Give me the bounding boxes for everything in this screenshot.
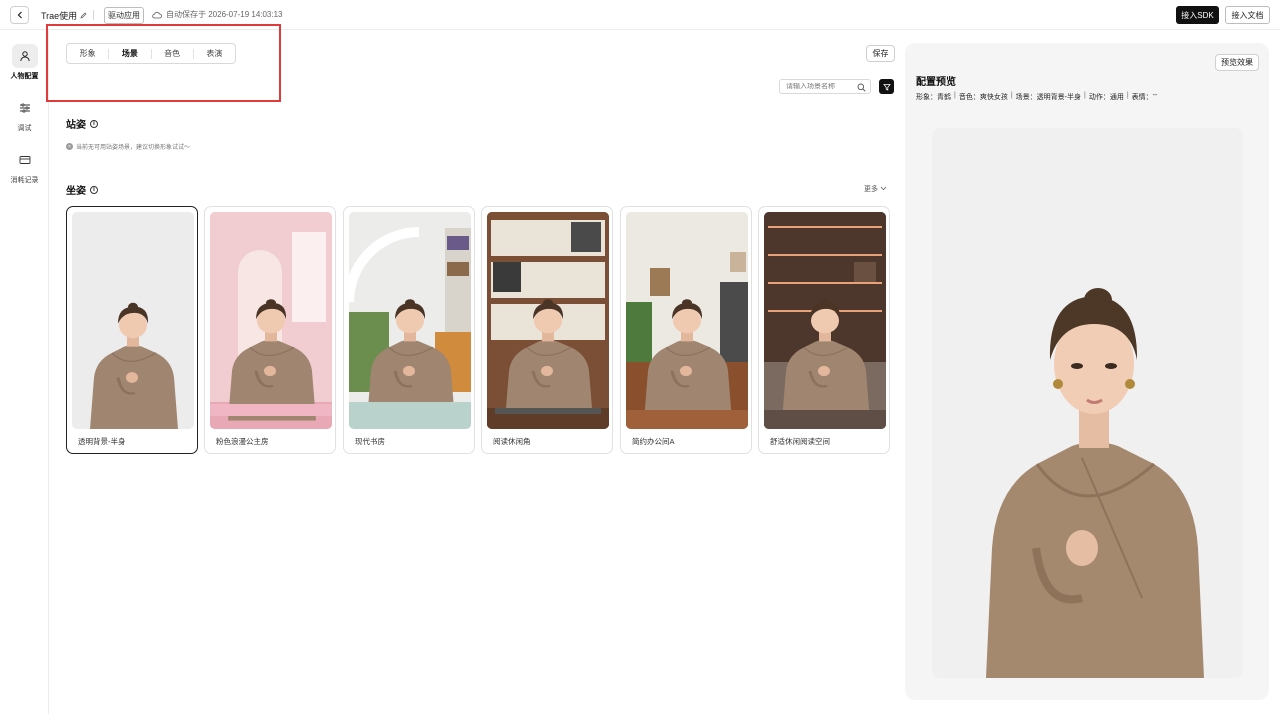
scene-thumbnail: [210, 212, 332, 429]
person-icon: [11, 44, 38, 68]
sliders-icon: [12, 96, 38, 120]
sidebar-item-label: 消耗记录: [10, 177, 39, 184]
save-button[interactable]: 保存: [866, 45, 895, 62]
sidebar-item-label: 调试: [17, 125, 32, 132]
standing-section-title: 站姿 i: [66, 116, 98, 131]
divider: [93, 10, 94, 20]
scene-card-cozy-reading-space[interactable]: 舒适休闲阅读空间: [758, 206, 890, 454]
autosave-text: 自动保存于 2026-07-19 14:03:13: [166, 10, 283, 19]
scene-card-label: 简约办公间A: [632, 437, 675, 446]
info-key: 形象：: [916, 94, 937, 101]
sidebar: 人物配置 调试 消耗记录: [0, 30, 49, 714]
close-circle-icon: ×: [66, 143, 73, 150]
scene-card-modern-study[interactable]: 现代书房: [343, 206, 475, 454]
scene-thumbnail: [764, 212, 886, 429]
filter-button[interactable]: [879, 79, 894, 94]
scene-thumbnail: [349, 212, 471, 429]
config-tabs: 形象 场景 音色 表演: [66, 43, 236, 64]
preview-info: 形象： 青鹤 | 音色： 爽快女孩 | 场景： 透明背景-半身 | 动作： 通用 | 表…: [916, 92, 1157, 102]
app-name-label: Trae使用: [41, 11, 78, 21]
preview-title: 配置预览: [916, 77, 956, 88]
app-type-tag: 驱动应用: [104, 7, 144, 24]
sidebar-item-character[interactable]: 人物配置: [0, 44, 49, 81]
info-value: 爽快女孩: [979, 94, 1008, 101]
standing-notice-text: 当前无可用站姿场景，建议切换形象试试～: [76, 145, 191, 151]
divider: |: [1126, 92, 1129, 99]
docs-button[interactable]: 接入文档: [1225, 6, 1270, 24]
standing-notice: × 当前无可用站姿场景，建议切换形象试试～: [66, 142, 190, 151]
sidebar-item-usage[interactable]: 消耗记录: [0, 148, 49, 185]
info-key: 音色：: [958, 94, 980, 101]
sitting-title: 坐姿: [66, 186, 86, 197]
info-key: 场景：: [1015, 94, 1037, 101]
info-value: 透明背景-半身: [1036, 94, 1081, 101]
search-input[interactable]: [786, 83, 854, 90]
filter-icon: [882, 83, 891, 91]
tab-appearance[interactable]: 形象: [67, 48, 110, 59]
sitting-section-title: 坐姿 i: [66, 182, 98, 197]
tab-performance[interactable]: 表演: [194, 49, 235, 59]
standing-title: 站姿: [66, 120, 86, 131]
scene-card-label: 现代书房: [355, 437, 385, 446]
edit-icon[interactable]: [80, 12, 87, 19]
info-key: 表情：: [1131, 94, 1153, 101]
scene-thumbnail: [72, 212, 194, 429]
divider: |: [1010, 92, 1013, 99]
preview-effect-button[interactable]: 预览效果: [1215, 54, 1259, 71]
scene-thumbnail: [626, 212, 748, 429]
info-value: --: [1152, 92, 1158, 99]
divider: |: [954, 92, 956, 99]
more-label: 更多: [864, 186, 878, 193]
scene-card-transparent[interactable]: 透明背景-半身: [66, 206, 198, 454]
autosave-status: 自动保存于 2026-07-19 14:03:13: [152, 9, 283, 20]
info-value: 青鹤: [937, 94, 951, 101]
scene-card-label: 舒适休闲阅读空间: [770, 437, 830, 446]
more-link[interactable]: 更多: [864, 184, 887, 194]
chevron-down-icon: [880, 186, 887, 191]
tab-voice[interactable]: 音色: [152, 48, 194, 59]
chevron-left-icon: [17, 11, 22, 19]
sidebar-item-debug[interactable]: 调试: [0, 96, 49, 133]
info-icon[interactable]: i: [90, 119, 98, 128]
app-name[interactable]: Trae使用: [41, 9, 87, 22]
avatar-preview-stage: [932, 128, 1243, 678]
back-button[interactable]: [10, 6, 29, 24]
avatar-preview-image: [986, 288, 1204, 678]
scene-thumbnail: [487, 212, 609, 429]
scene-card-simple-office[interactable]: 简约办公间A: [620, 206, 752, 454]
tab-scene[interactable]: 场景: [109, 48, 152, 59]
scene-card-label: 透明背景-半身: [78, 437, 126, 446]
scene-card-reading-corner[interactable]: 阅读休闲角: [481, 206, 613, 454]
sidebar-item-label: 人物配置: [10, 73, 39, 80]
cloud-icon: [152, 11, 162, 18]
info-key: 动作：: [1088, 94, 1110, 101]
info-value: 通用: [1109, 94, 1124, 101]
top-bar: Trae使用 驱动应用 自动保存于 2026-07-19 14:03:13 接入…: [0, 0, 1280, 30]
scene-search: [779, 79, 871, 94]
sdk-button[interactable]: 接入SDK: [1176, 6, 1219, 24]
card-icon: [12, 148, 38, 172]
info-icon[interactable]: i: [90, 185, 98, 194]
divider: |: [1084, 92, 1086, 99]
search-icon[interactable]: [857, 83, 866, 92]
scene-card-label: 阅读休闲角: [493, 437, 531, 446]
scene-card-label: 粉色浪漫公主房: [216, 437, 269, 446]
scene-card-pink-princess-room[interactable]: 粉色浪漫公主房: [204, 206, 336, 454]
